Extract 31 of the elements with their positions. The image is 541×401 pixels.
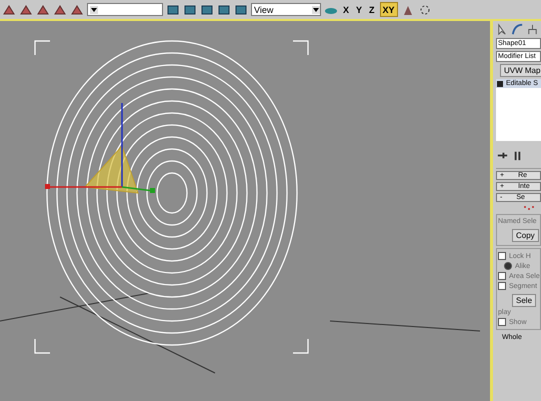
toolbar-tool-icon[interactable] bbox=[36, 2, 50, 16]
toolbar-tool-icon[interactable] bbox=[19, 2, 33, 16]
checkbox[interactable] bbox=[498, 318, 506, 326]
radio-button[interactable] bbox=[504, 262, 512, 270]
toolbar-tool-icon[interactable] bbox=[53, 2, 67, 16]
checkbox[interactable] bbox=[498, 282, 506, 290]
toolbar-tool-icon[interactable] bbox=[234, 2, 248, 16]
selection-set-dropdown[interactable] bbox=[87, 3, 163, 16]
toolbar-tool-icon[interactable] bbox=[70, 2, 84, 16]
hierarchy-icon[interactable] bbox=[526, 23, 539, 36]
perspective-viewport[interactable] bbox=[0, 21, 490, 401]
checkbox[interactable] bbox=[498, 252, 506, 260]
toolbar-tool-icon[interactable] bbox=[418, 2, 432, 16]
select-button[interactable]: Sele bbox=[512, 294, 536, 307]
checkbox[interactable] bbox=[498, 272, 506, 280]
axis-constraint-button[interactable]: XY bbox=[380, 2, 398, 17]
vertex-dots-icon[interactable] bbox=[522, 204, 536, 212]
axis-constraint-button[interactable]: Y bbox=[354, 2, 364, 17]
axis-constraint-button[interactable]: X bbox=[341, 2, 352, 17]
toolbar-tool-icon[interactable] bbox=[217, 2, 231, 16]
toolbar-tool-icon[interactable] bbox=[183, 2, 197, 16]
dropdown-arrow-icon bbox=[312, 6, 320, 14]
curve-icon[interactable] bbox=[511, 23, 524, 36]
reference-coordinate-dropdown[interactable]: View bbox=[251, 3, 321, 16]
toolbar-tool-icon[interactable] bbox=[2, 2, 16, 16]
copy-button[interactable]: Copy bbox=[512, 229, 539, 242]
toolbar-tool-icon[interactable] bbox=[200, 2, 214, 16]
toolbar-tool-icon[interactable] bbox=[166, 2, 180, 16]
uvw-map-button[interactable]: UVW Map bbox=[500, 64, 541, 77]
axis-constraint-button[interactable]: Z bbox=[367, 2, 377, 17]
dropdown-arrow-icon bbox=[90, 6, 98, 14]
